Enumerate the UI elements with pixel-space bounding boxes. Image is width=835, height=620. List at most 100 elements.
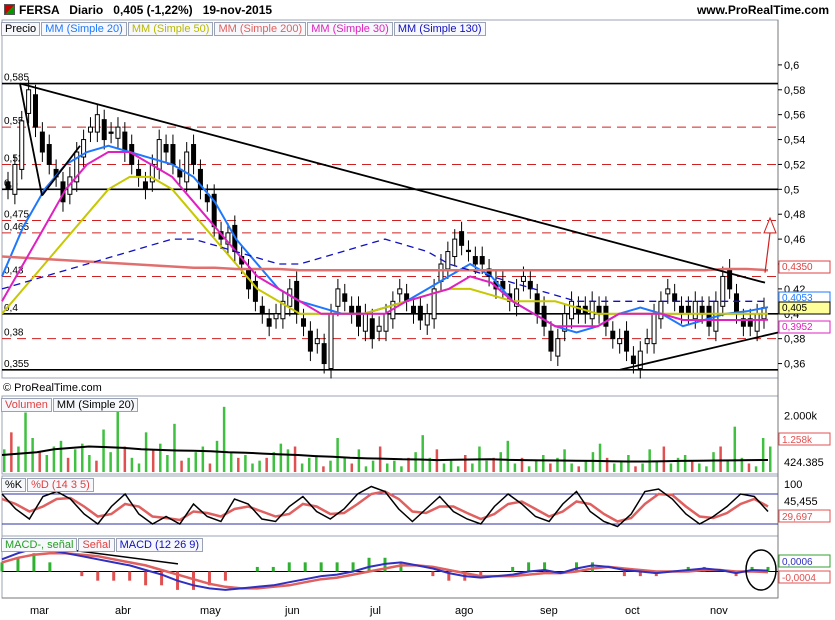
level-label: 0,475 — [4, 209, 29, 220]
volume-bar — [769, 446, 772, 472]
macd-histogram-bar — [399, 562, 403, 572]
value-box-label: 0,405 — [782, 303, 807, 314]
volume-bar — [237, 457, 240, 472]
volume-bar — [570, 463, 573, 472]
macd-histogram-bar — [112, 571, 116, 581]
legend-macd-signal[interactable]: Señal — [78, 538, 115, 552]
volume-bar — [542, 455, 545, 472]
legend-ma30[interactable]: MM (Simple 30) — [307, 22, 393, 36]
legend-ma130[interactable]: MM (Simple 130) — [393, 22, 486, 36]
level-label: 0,355 — [4, 359, 29, 370]
candle-body — [184, 151, 190, 183]
volume-bar — [527, 466, 531, 472]
volume-bar — [726, 460, 729, 472]
candle-body — [417, 305, 423, 321]
ma-line — [1, 255, 769, 272]
month-label: may — [200, 605, 221, 617]
volume-bar — [549, 463, 552, 472]
candle-body — [12, 163, 18, 195]
volume-bar — [251, 463, 254, 472]
volume-bar — [194, 452, 197, 472]
legend-macd-hist[interactable]: MACD-, señal — [1, 538, 78, 552]
value-box-label: 0,4350 — [782, 262, 813, 273]
candle-body — [136, 168, 142, 178]
volume-bar — [66, 457, 70, 472]
volume-bar — [73, 449, 77, 472]
macd-histogram-bar — [335, 562, 339, 572]
candle-body — [589, 300, 595, 320]
legend-ma200[interactable]: MM (Simple 200) — [214, 22, 307, 36]
volume-bar — [45, 455, 49, 472]
volume-bar — [393, 460, 396, 472]
month-label: jul — [369, 605, 381, 617]
month-label: nov — [710, 605, 728, 617]
volume-bar — [690, 460, 694, 472]
candle-body — [142, 181, 148, 190]
target-arrow-line — [764, 232, 771, 273]
macd-histogram-bar — [223, 571, 227, 581]
volume-bar — [747, 463, 751, 472]
volume-bar — [485, 460, 488, 472]
price-tick-label: 0,56 — [784, 110, 805, 122]
legend-macd[interactable]: MACD (12 26 9) — [115, 538, 204, 552]
value-box-label: 1.258k — [782, 435, 813, 446]
month-label: mar — [30, 605, 49, 617]
volume-bar — [634, 466, 637, 472]
volume-bar — [705, 466, 708, 472]
candle-body — [459, 231, 465, 246]
volume-bar — [698, 463, 701, 472]
volume-bar — [364, 466, 368, 472]
volume-bar — [471, 463, 474, 472]
candle-body — [156, 139, 162, 170]
value-box-label: 0,0006 — [782, 557, 813, 568]
volume-bar — [130, 457, 134, 472]
value-box-label: 29,697 — [782, 512, 813, 523]
volume-bar — [662, 446, 666, 472]
macd-histogram-bar — [622, 571, 626, 577]
candle-body — [452, 238, 458, 258]
chart-canvas[interactable]: 0,60,580,560,540,520,50,480,460,440,420,… — [0, 0, 835, 620]
legend-volume-ma[interactable]: MM (Simple 20) — [52, 398, 139, 412]
value-box-label: 424.385 — [784, 457, 824, 469]
price-tick-label: 0,48 — [784, 209, 805, 221]
price-tick-label: 0,38 — [784, 334, 805, 346]
volume-bar — [669, 463, 673, 472]
volume-bar — [24, 412, 27, 472]
level-label: 0,585 — [4, 73, 29, 84]
volume-bar — [307, 457, 311, 472]
price-tick-label: 0,5 — [784, 184, 799, 196]
legend-k[interactable]: %K — [1, 478, 27, 492]
volume-bar — [400, 466, 403, 472]
volume-bar — [456, 466, 460, 472]
candle-body — [356, 305, 362, 327]
price-tick-label: 0,58 — [784, 85, 805, 97]
candle-body — [328, 313, 334, 370]
candle-body — [617, 338, 623, 345]
candle-body — [541, 305, 547, 327]
legend-volume[interactable]: Volumen — [1, 398, 52, 412]
volume-tick-label: 2.000k — [784, 410, 818, 422]
volume-bar — [761, 438, 765, 472]
candle-body — [472, 256, 478, 265]
copyright: © ProRealTime.com — [3, 382, 102, 394]
legend-d[interactable]: %D (14 3 5) — [27, 478, 94, 492]
legend-ma50[interactable]: MM (Simple 50) — [127, 22, 214, 36]
volume-bar — [329, 460, 332, 472]
volume-bar — [300, 463, 304, 472]
stoch-d-line — [1, 490, 769, 523]
legend-price[interactable]: Precio — [1, 22, 41, 36]
volume-bar — [187, 457, 190, 472]
stoch-k-line — [1, 485, 769, 528]
value-box-label: -0,0004 — [782, 573, 816, 584]
volume-bar — [442, 463, 446, 472]
volume-bar — [173, 423, 176, 472]
month-label: oct — [625, 605, 640, 617]
price-panel — [1, 19, 779, 379]
price-tick-label: 0,54 — [784, 135, 805, 147]
macd-histogram-bar — [351, 562, 355, 572]
candle-body — [410, 305, 416, 315]
candle-body — [321, 343, 327, 365]
candle-body — [424, 313, 430, 326]
legend-ma20[interactable]: MM (Simple 20) — [41, 22, 127, 36]
resistance-trendline — [19, 82, 766, 284]
